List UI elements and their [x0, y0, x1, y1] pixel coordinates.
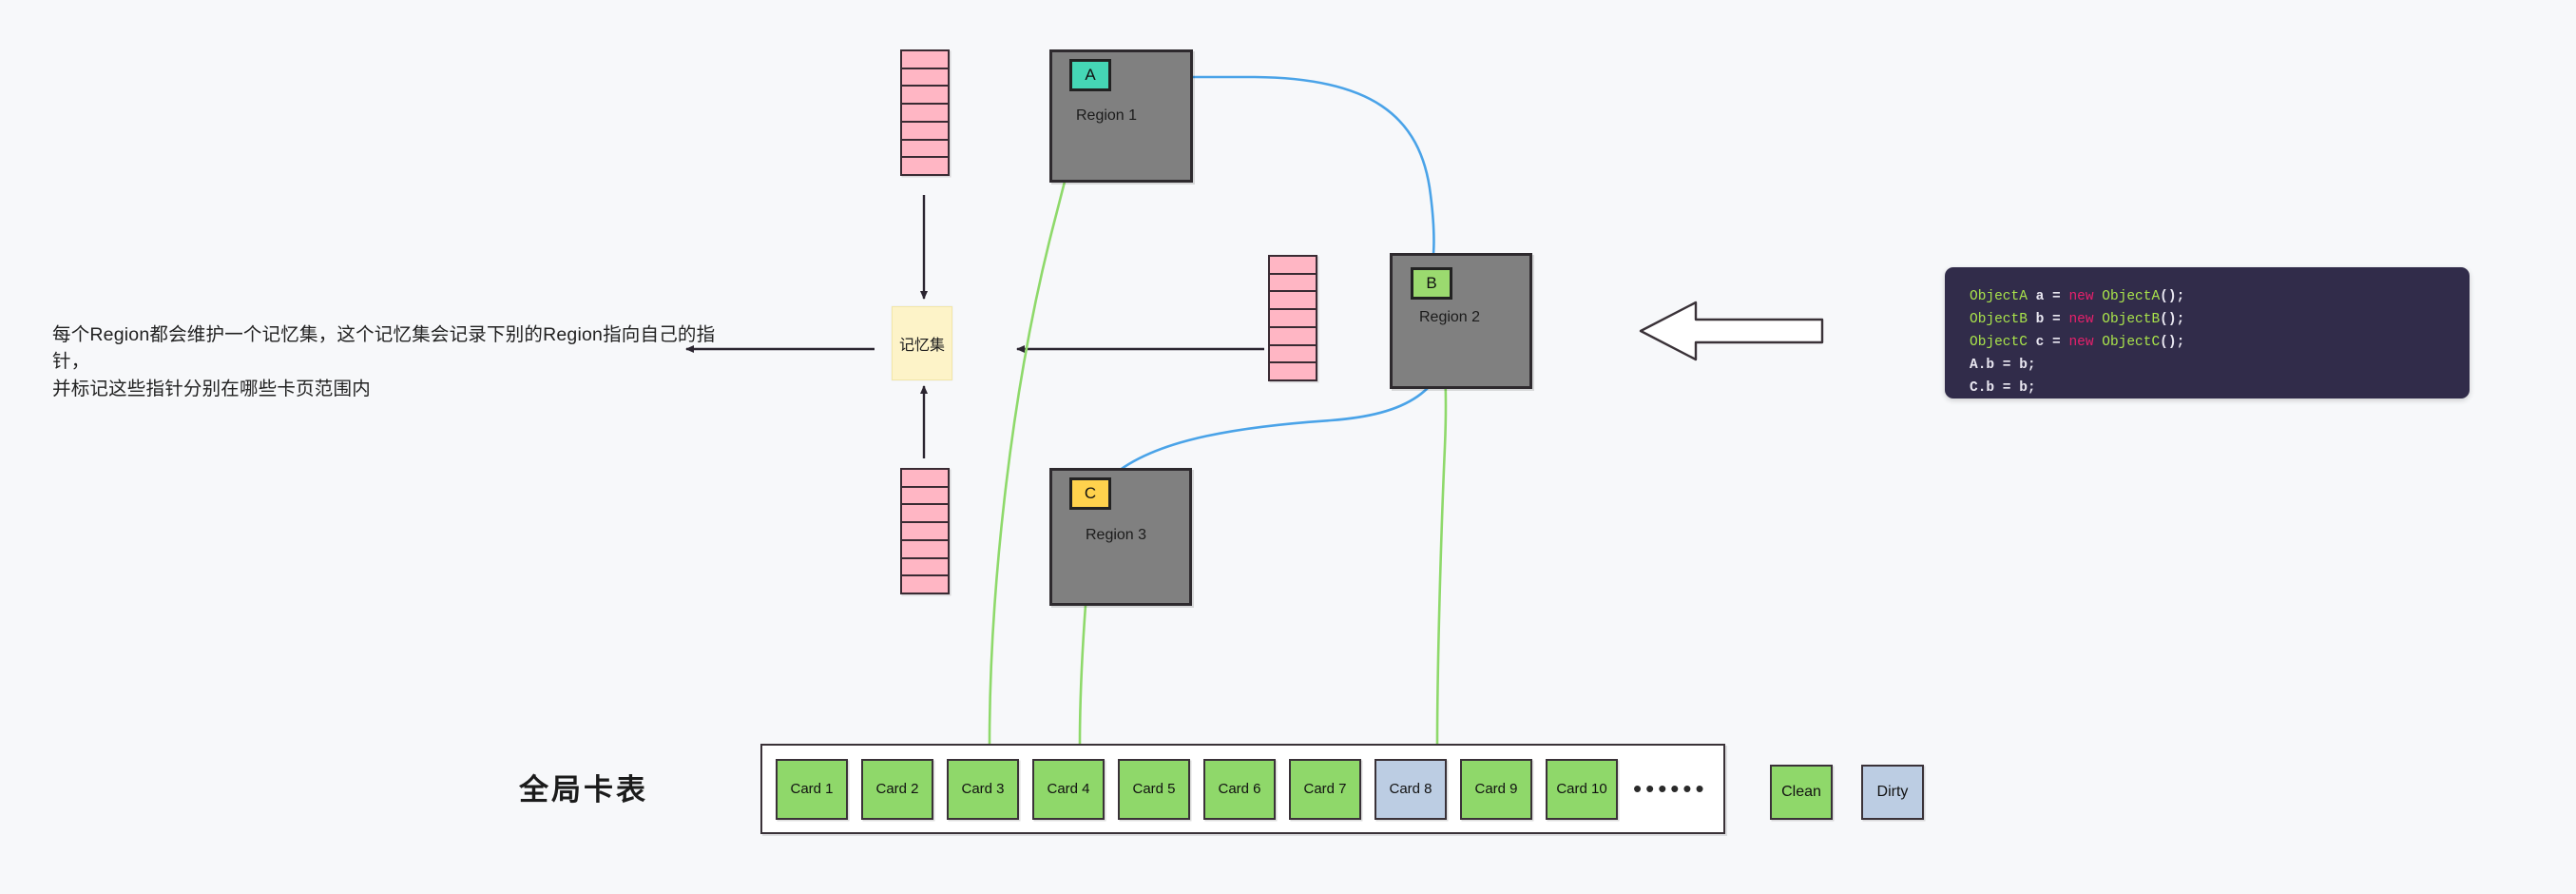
card-cell-2[interactable]: Card 2 — [861, 758, 933, 820]
card-range-cell — [1270, 274, 1316, 293]
code-token-keyword: new — [2068, 334, 2094, 350]
card-cell-label: Card 6 — [1218, 781, 1261, 797]
card-range-cell — [902, 140, 948, 159]
card-range-cell — [1270, 310, 1316, 328]
remembered-set-label: 记忆集 — [898, 338, 945, 354]
code-token-plain: = — [2044, 334, 2069, 350]
code-token-type: ObjectA — [1970, 289, 2028, 304]
card-range-stack-top — [900, 49, 950, 176]
code-token-plain: (); — [2160, 289, 2185, 304]
card-range-cell — [1270, 363, 1316, 380]
card-range-stack-middle — [1268, 255, 1317, 381]
card-range-cell — [902, 87, 948, 106]
card-cell-label: Card 1 — [790, 781, 834, 797]
card-table-ellipsis: •••••• — [1633, 774, 1708, 803]
card-range-cell — [902, 505, 948, 524]
code-line-4: A.b = b; — [1970, 355, 2445, 378]
card-cell-3[interactable]: Card 3 — [947, 758, 1019, 820]
card-cell-label: Card 2 — [875, 781, 919, 797]
card-cell-label: Card 7 — [1303, 781, 1347, 797]
region-2-label: Region 2 — [1419, 309, 1481, 325]
region-1-label: Region 1 — [1076, 107, 1138, 124]
code-token-plain: = — [2044, 311, 2069, 327]
card-cell-5[interactable]: Card 5 — [1118, 758, 1190, 820]
code-token-plain: (); — [2160, 334, 2185, 350]
code-token-plain: C.b = b; — [1970, 379, 2036, 396]
code-token-type: ObjectA — [2102, 289, 2161, 304]
card-cell-label: Card 3 — [961, 781, 1005, 797]
card-cell-label: Card 10 — [1556, 781, 1607, 797]
card-range-cell — [1270, 257, 1316, 275]
legend-dirty-label: Dirty — [1876, 784, 1909, 800]
card-range-cell — [1270, 345, 1316, 364]
card-cell-label: Card 8 — [1389, 781, 1432, 797]
code-line-3: ObjectC c = new ObjectC(); — [1970, 332, 2445, 355]
object-box-b: B — [1411, 267, 1452, 300]
card-range-cell — [1270, 327, 1316, 346]
legend-clean: Clean — [1770, 765, 1833, 820]
card-link-card3-to-a — [988, 95, 1086, 746]
diagram-canvas: 每个Region都会维护一个记忆集，这个记忆集会记录下别的Region指向自己的… — [0, 0, 2576, 894]
code-token-plain: (); — [2160, 311, 2185, 327]
card-range-stack-bottom — [900, 468, 950, 594]
legend-dirty: Dirty — [1861, 765, 1924, 820]
block-arrow-left — [1639, 301, 1824, 361]
card-range-cell — [902, 105, 948, 123]
code-token-keyword: new — [2068, 289, 2094, 304]
card-cell-label: Card 9 — [1474, 781, 1518, 797]
card-cell-label: Card 4 — [1047, 781, 1090, 797]
region-3-label: Region 3 — [1086, 527, 1147, 543]
card-cell-9[interactable]: Card 9 — [1460, 758, 1532, 820]
code-token-keyword: new — [2068, 311, 2094, 327]
remembered-set-box: 记忆集 — [892, 306, 952, 380]
code-token-type: ObjectC — [2102, 334, 2161, 350]
card-cell-10[interactable]: Card 10 — [1546, 758, 1618, 820]
object-box-a: A — [1069, 59, 1111, 91]
card-range-cell — [902, 158, 948, 175]
card-table-title: 全局卡表 — [519, 773, 648, 807]
object-label-b: B — [1426, 274, 1437, 292]
code-token-plain: A.b = b; — [1970, 357, 2036, 373]
global-card-table: Card 1 Card 2 Card 3 Card 4 Card 5 Card 6 Card… — [760, 744, 1725, 834]
legend-clean-label: Clean — [1781, 784, 1821, 800]
code-token-plain: = — [2044, 289, 2069, 304]
explanation-text: 每个Region都会维护一个记忆集，这个记忆集会记录下别的Region指向自己的… — [52, 324, 716, 399]
card-link-group — [988, 95, 1448, 746]
card-cell-4[interactable]: Card 4 — [1032, 758, 1105, 820]
code-token-type: ObjectB — [2102, 311, 2161, 327]
card-range-cell — [902, 487, 948, 506]
card-cell-1[interactable]: Card 1 — [776, 758, 848, 820]
card-cell-8[interactable]: Card 8 — [1375, 758, 1447, 820]
code-token-type: ObjectB — [1970, 311, 2028, 327]
card-range-cell — [902, 68, 948, 87]
code-line-5: C.b = b; — [1970, 378, 2445, 400]
card-range-cell — [1270, 292, 1316, 311]
card-range-cell — [902, 523, 948, 541]
card-cell-label: Card 5 — [1132, 781, 1176, 797]
card-range-cell — [902, 51, 948, 69]
object-box-c: C — [1069, 477, 1111, 510]
code-line-1: ObjectA a = new ObjectA(); — [1970, 286, 2445, 309]
code-panel: ObjectA a = new ObjectA(); ObjectB b = ne… — [1945, 267, 2470, 398]
card-range-cell — [902, 576, 948, 593]
card-cell-6[interactable]: Card 6 — [1203, 758, 1276, 820]
card-range-cell — [902, 540, 948, 559]
card-cell-7[interactable]: Card 7 — [1289, 758, 1361, 820]
card-range-cell — [902, 122, 948, 141]
card-range-cell — [902, 470, 948, 488]
object-label-a: A — [1085, 66, 1096, 84]
object-label-c: C — [1084, 484, 1097, 502]
code-token-type: ObjectC — [1970, 334, 2028, 350]
code-line-2: ObjectB b = new ObjectB(); — [1970, 309, 2445, 332]
flow-arrow-group — [685, 195, 1264, 458]
card-range-cell — [902, 558, 948, 577]
